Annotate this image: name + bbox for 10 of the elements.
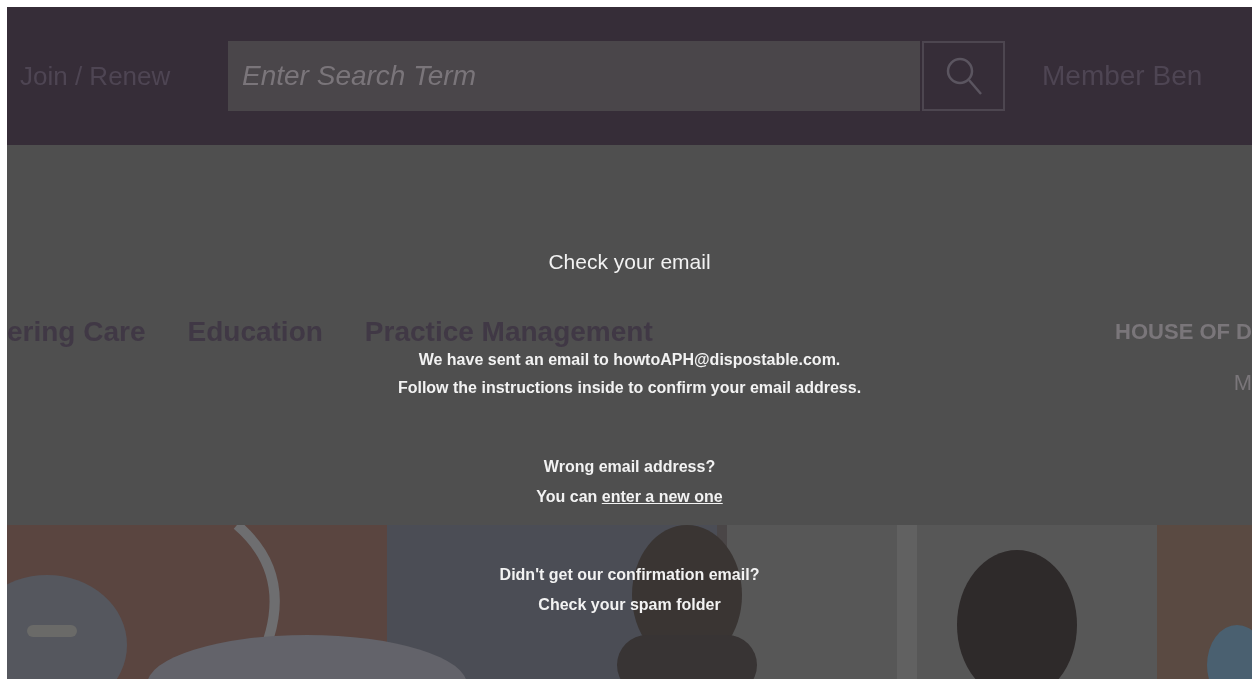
- spam-folder-hint: Check your spam folder: [538, 595, 721, 615]
- message-line: Follow the instructions inside to confirm your email address.: [397, 378, 862, 398]
- missing-email-question: Didn't get our confirmation email?: [499, 565, 760, 585]
- message-line: We have sent an email to howtoAPH@dispostable.com.: [418, 350, 841, 370]
- search-button[interactable]: [922, 41, 1005, 111]
- new-email-sentence: You can enter a new one: [536, 487, 723, 507]
- dialog-title: Check your email: [548, 249, 711, 275]
- new-email-link[interactable]: enter a new one: [601, 488, 723, 505]
- wrong-email-question: Wrong email address?: [543, 457, 716, 477]
- search-icon: [944, 56, 983, 96]
